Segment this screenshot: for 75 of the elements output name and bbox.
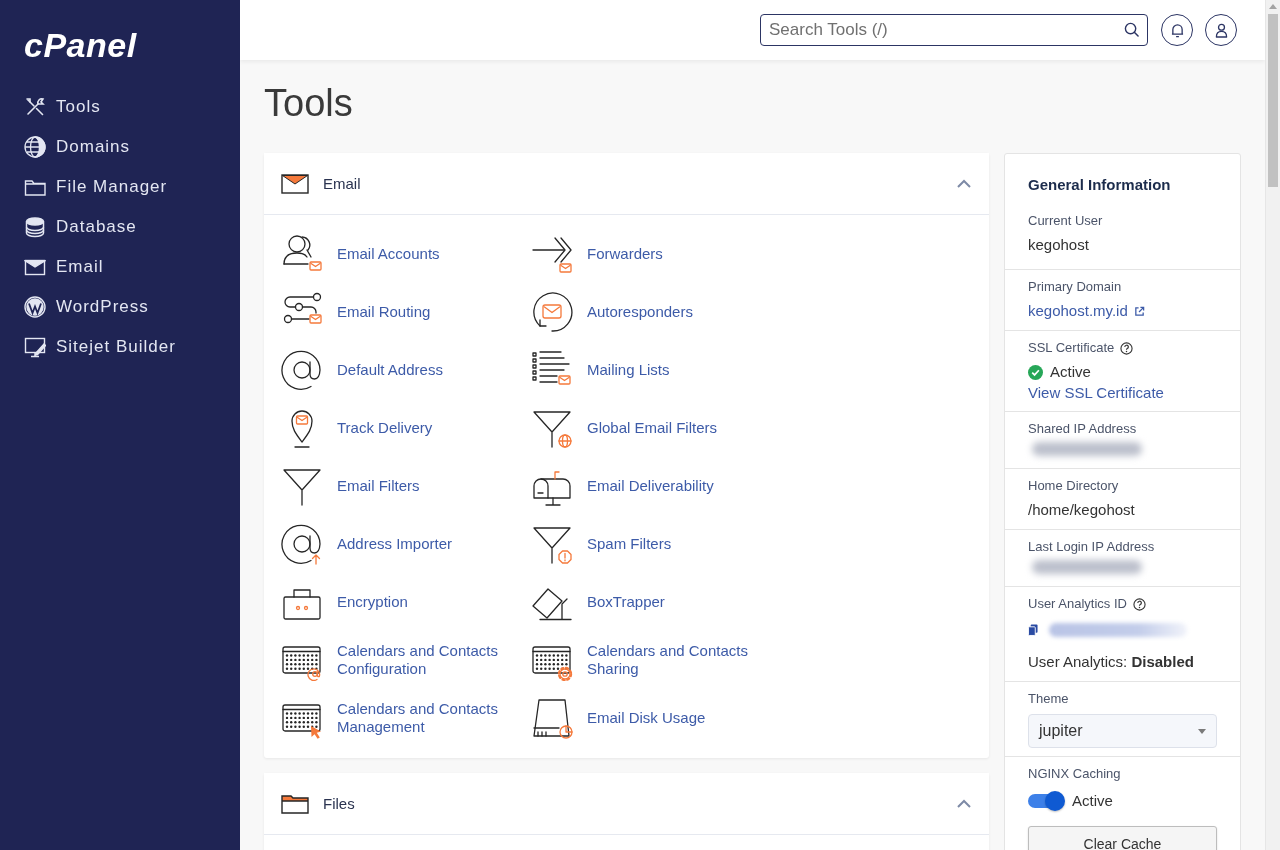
analytics-status: User Analytics: Disabled <box>1028 652 1194 672</box>
field-label: Shared IP Address <box>1028 420 1137 438</box>
caret-down-icon <box>1198 728 1206 734</box>
domain-link[interactable]: kegohost.my.id <box>1028 300 1145 322</box>
status-text: Active <box>1072 791 1113 811</box>
check-circle-icon <box>1028 364 1043 380</box>
page-title: Tools <box>264 81 353 126</box>
field-label: NGINX Caching <box>1028 765 1121 783</box>
nav-item[interactable]: File Manager <box>24 167 168 207</box>
toggle-switch[interactable] <box>1028 790 1065 812</box>
theme-select[interactable]: jupiter <box>1028 714 1217 748</box>
caret-up-icon <box>1269 4 1277 9</box>
status-text: Active <box>1050 362 1091 382</box>
tool-link[interactable]: Email Routing <box>281 283 431 341</box>
scrollbar-thumb[interactable] <box>1268 14 1278 187</box>
globe-icon <box>24 136 46 158</box>
nav-item[interactable]: Email <box>24 247 104 287</box>
search-icon[interactable] <box>1124 22 1139 37</box>
wordpress-icon <box>24 296 46 318</box>
tool-link[interactable]: Calendars and Contacts Sharing <box>531 631 765 689</box>
field-label: Home Directory <box>1028 477 1119 495</box>
envelope-icon <box>281 173 309 194</box>
user-menu-button[interactable] <box>1205 14 1237 46</box>
field-label: Primary Domain <box>1028 278 1122 296</box>
section-header[interactable]: Email <box>264 153 989 215</box>
circular-arrow-envelope-icon <box>531 291 573 333</box>
disk-pie-icon <box>531 697 573 739</box>
copy-icon[interactable] <box>1028 624 1038 636</box>
scrollbar[interactable] <box>1265 0 1280 850</box>
field-label: SSL Certificate <box>1028 339 1115 357</box>
notifications-button[interactable] <box>1161 14 1193 46</box>
search-field[interactable]: Search Tools (/) <box>760 14 1148 46</box>
tool-link[interactable]: BoxTrapper <box>531 573 665 631</box>
bell-icon <box>1170 22 1184 38</box>
tool-link[interactable]: Mailing Lists <box>531 341 670 399</box>
tool-link[interactable]: Encryption <box>281 573 408 631</box>
help-icon[interactable] <box>1133 597 1146 611</box>
external-link-icon <box>1133 305 1145 317</box>
tool-link[interactable]: Spam Filters <box>531 515 672 573</box>
tool-link[interactable]: Track Delivery <box>281 399 433 457</box>
help-icon[interactable] <box>1120 341 1134 355</box>
nav-item[interactable]: Tools <box>24 87 101 127</box>
database-icon <box>24 216 46 238</box>
logo[interactable]: cPanel <box>24 27 137 63</box>
nav-item[interactable]: Sitejet Builder <box>24 327 176 367</box>
tool-link[interactable]: Autoresponders <box>531 283 693 341</box>
at-sign-arrow-icon <box>281 523 323 565</box>
clear-cache-button[interactable]: Clear Cache <box>1028 826 1217 850</box>
field-label: Theme <box>1028 690 1069 708</box>
field-value: /home/kegohost <box>1028 500 1135 520</box>
field-label: User Analytics ID <box>1028 595 1127 613</box>
field-value: kegohost <box>1028 235 1089 255</box>
tool-link[interactable]: Calendars and Contacts Management <box>281 689 515 747</box>
tool-link[interactable]: Forwarders <box>531 225 663 283</box>
nav-item[interactable]: WordPress <box>24 287 149 327</box>
monitor-pen-icon <box>24 336 46 358</box>
person-icon <box>1214 22 1228 38</box>
tool-link[interactable]: Email Deliverability <box>531 457 714 515</box>
at-sign-icon <box>281 349 323 391</box>
nav-item[interactable]: Database <box>24 207 137 247</box>
field-label: Last Login IP Address <box>1028 538 1155 556</box>
tool-link[interactable]: Email Filters <box>281 457 420 515</box>
field-label: Current User <box>1028 212 1103 230</box>
tool-link[interactable]: Address Importer <box>281 515 453 573</box>
tool-link[interactable]: Default Address <box>281 341 443 399</box>
tool-link[interactable]: Calendars and Contacts Configuration <box>281 631 515 689</box>
certificate-link[interactable]: View SSL Certificate <box>1028 383 1164 403</box>
panel-title: General Information <box>1027 175 1172 195</box>
tool-link[interactable]: Email Disk Usage <box>531 689 706 747</box>
nav-item[interactable]: Domains <box>24 127 131 167</box>
tool-link[interactable]: Email Accounts <box>281 225 440 283</box>
tool-link[interactable]: Global Email Filters <box>531 399 718 457</box>
tools-icon <box>24 96 46 118</box>
section-header[interactable]: Files <box>264 773 989 835</box>
folder-icon <box>281 793 309 814</box>
